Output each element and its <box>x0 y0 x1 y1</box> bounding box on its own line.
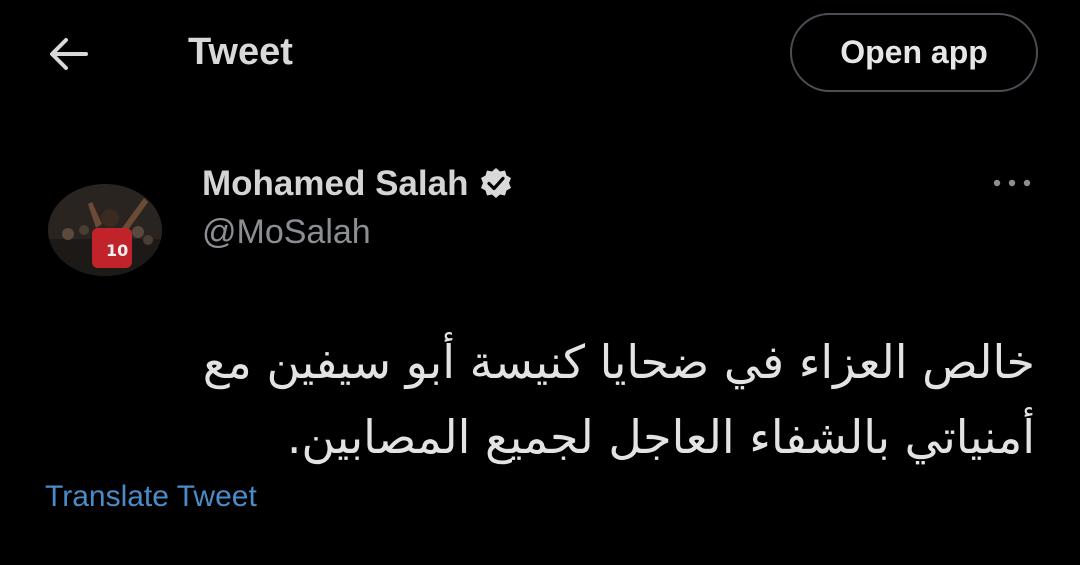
author-handle[interactable]: @MoSalah <box>202 213 371 252</box>
more-horizontal-icon <box>993 179 1031 187</box>
author-name[interactable]: Mohamed Salah <box>202 164 468 204</box>
page-title: Tweet <box>188 31 293 73</box>
back-button[interactable] <box>44 32 92 76</box>
arrow-left-icon <box>50 38 88 70</box>
avatar-photo: 10 <box>48 184 162 276</box>
verified-badge-icon <box>481 168 512 198</box>
top-bar: Tweet Open app <box>0 0 1080 105</box>
tweet-text: خالص العزاء في ضحايا كنيسة أبو سيفين مع … <box>202 335 1035 464</box>
svg-text:10: 10 <box>106 241 128 260</box>
avatar[interactable]: 10 <box>48 184 162 276</box>
open-app-button[interactable]: Open app <box>790 13 1038 92</box>
more-options-button[interactable] <box>988 168 1036 198</box>
translate-tweet-link[interactable]: Translate Tweet <box>45 480 257 514</box>
author-row: Mohamed Salah <box>202 161 514 207</box>
